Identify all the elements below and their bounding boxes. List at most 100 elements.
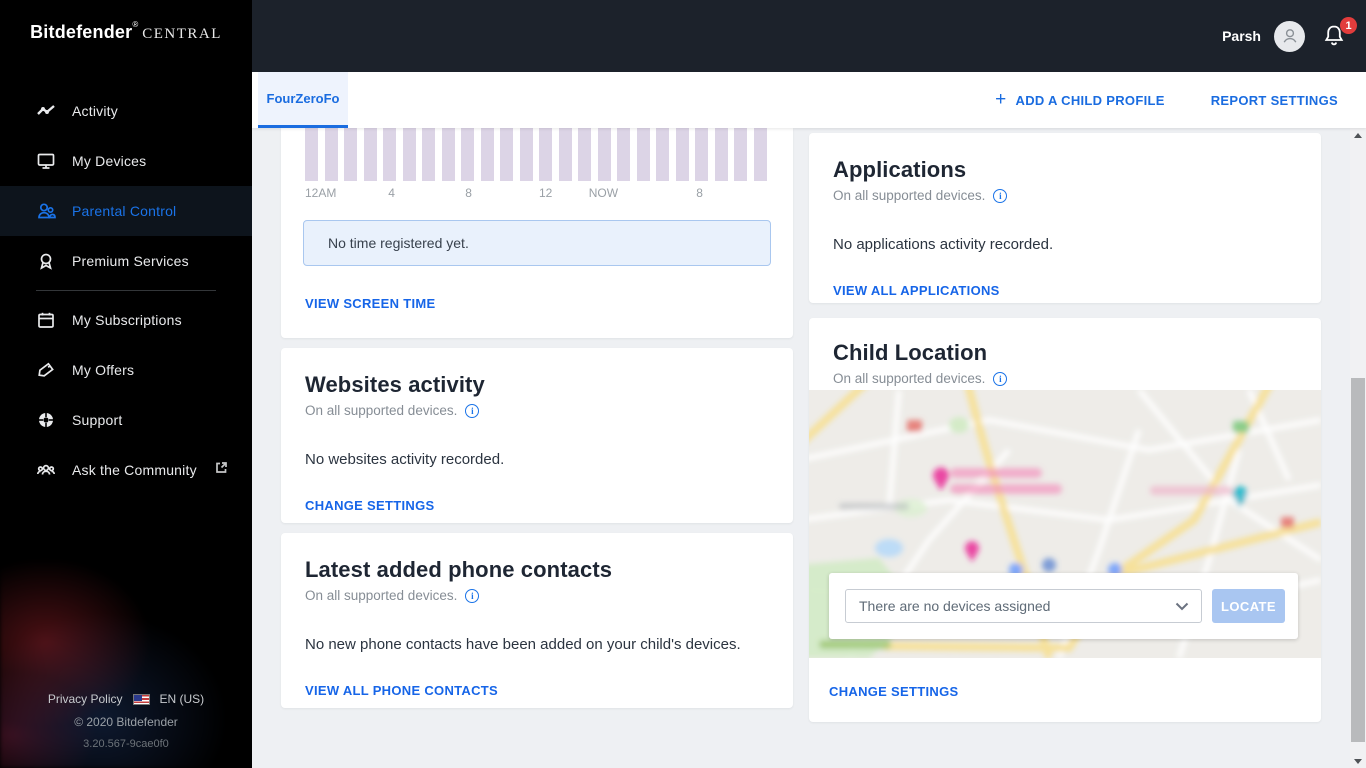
screen-time-bar [441,128,455,181]
child-location-card: Child Location On all supported devices. [809,318,1321,722]
plus-icon: + [995,88,1007,110]
notification-badge: 1 [1340,17,1357,34]
screen-time-bar [539,128,553,181]
device-select[interactable]: There are no devices assigned [845,589,1202,623]
external-link-icon [215,461,228,479]
axis-tick: NOW [588,186,619,200]
report-settings-label: REPORT SETTINGS [1210,92,1338,108]
locate-panel: There are no devices assigned LOCATE [829,573,1298,639]
sidebar-item-my-offers[interactable]: My Offers [0,345,252,395]
card-title: Latest added phone contacts [305,557,613,582]
add-child-profile-label: ADD A CHILD PROFILE [1015,92,1165,108]
card-subtitle: On all supported devices. [833,371,986,386]
websites-activity-card: Websites activity On all supported devic… [281,348,793,523]
activity-icon [36,101,56,121]
screen-time-bar [578,128,592,181]
screen-time-bar [656,128,670,181]
tab-child-profile[interactable]: FourZeroFo [258,72,348,128]
axis-tick: 8 [465,186,472,200]
avatar[interactable] [1274,20,1305,52]
sidebar-item-label: My Devices [72,153,147,169]
sidebar-footer: Privacy Policy EN (US) © 2020 Bitdefende… [0,692,252,750]
sidebar-item-label: Support [72,412,123,428]
user-icon [1283,29,1296,43]
privacy-policy-link[interactable]: Privacy Policy [48,692,123,706]
screen-time-bar [675,128,689,181]
main-content: 12AM 4 8 12 NOW 8 No time registered yet. VIE… [252,128,1366,768]
axis-tick: 4 [388,186,395,200]
username-label: Parsh [1222,28,1261,44]
medal-icon [36,251,56,271]
card-body-text: No applications activity recorded. [833,236,1054,253]
sidebar-item-label: Ask the Community [72,462,197,478]
scrollbar-thumb[interactable] [1351,378,1365,742]
lifebuoy-icon [36,410,56,430]
report-settings-button[interactable]: REPORT SETTINGS [1211,93,1338,108]
info-icon[interactable] [993,371,1008,386]
sidebar-divider [36,290,216,291]
sidebar: Bitdefender®CENTRAL Activity My Devices … [0,0,252,768]
sidebar-item-label: Parental Control [72,203,177,219]
scroll-down-arrow[interactable] [1350,754,1366,768]
device-select-value: There are no devices assigned [859,598,1051,614]
sidebar-item-my-subscriptions[interactable]: My Subscriptions [0,295,252,345]
screen-time-bar [558,128,572,181]
screen-time-bar [597,128,611,181]
sidebar-item-activity[interactable]: Activity [0,86,252,136]
info-icon[interactable] [465,403,480,418]
card-subtitle: On all supported devices. [305,588,458,603]
screen-time-ticks: 12AM 4 8 12 NOW 8 [305,186,767,200]
registered-mark: ® [132,20,139,29]
screen-time-bars [305,128,767,181]
sidebar-item-premium-services[interactable]: Premium Services [0,236,252,286]
sidebar-item-my-devices[interactable]: My Devices [0,136,252,186]
screen-time-empty-text: No time registered yet. [328,235,469,251]
sidebar-item-support[interactable]: Support [0,395,252,445]
profile-tabbar: FourZeroFo + ADD A CHILD PROFILE REPORT … [252,72,1366,128]
copyright-text: © 2020 Bitdefender [74,715,178,729]
tag-icon [36,360,56,380]
calendar-icon [36,310,56,330]
screen-time-bar [734,128,748,181]
sidebar-item-ask-the-community[interactable]: Ask the Community [0,445,252,495]
screen-time-bar [500,128,514,181]
parental-control-icon [36,201,56,221]
phone-contacts-card: Latest added phone contacts On all suppo… [281,533,793,708]
view-all-phone-contacts-link[interactable]: VIEW ALL PHONE CONTACTS [305,683,498,698]
sidebar-item-label: Activity [72,103,118,119]
notifications-button[interactable]: 1 [1322,17,1357,49]
screen-time-bar [324,128,338,181]
screen-time-bar [480,128,494,181]
screen-time-bar [617,128,631,181]
topbar: Parsh 1 [252,0,1366,72]
view-all-applications-link[interactable]: VIEW ALL APPLICATIONS [833,283,1000,298]
vertical-scrollbar[interactable] [1350,128,1366,768]
card-subtitle: On all supported devices. [833,188,986,203]
info-icon[interactable] [465,588,480,603]
sidebar-item-label: My Offers [72,362,135,378]
screen-time-card: 12AM 4 8 12 NOW 8 No time registered yet. VIE… [281,128,793,338]
locate-button[interactable]: LOCATE [1212,589,1285,623]
chevron-down-icon [1175,602,1189,610]
scroll-up-arrow[interactable] [1350,128,1366,142]
add-child-profile-button[interactable]: + ADD A CHILD PROFILE [995,88,1165,110]
community-icon [36,460,56,480]
change-settings-link[interactable]: CHANGE SETTINGS [305,498,434,513]
brand-name: Bitdefender [30,22,133,42]
sidebar-item-parental-control[interactable]: Parental Control [0,186,252,236]
card-title: Applications [833,157,967,182]
brand-suffix: CENTRAL [142,26,222,42]
view-screen-time-link[interactable]: VIEW SCREEN TIME [305,296,435,311]
version-text: 3.20.567-9cae0f0 [83,738,169,750]
card-title: Child Location [833,340,988,365]
us-flag-icon [132,693,150,705]
screen-time-bar [383,128,397,181]
card-title: Websites activity [305,372,485,397]
axis-tick: 12AM [305,186,337,200]
axis-tick: 12 [538,186,553,200]
brand-logo: Bitdefender®CENTRAL [0,20,252,43]
language-selector[interactable]: EN (US) [160,692,205,706]
info-icon[interactable] [993,188,1008,203]
card-body-text: No websites activity recorded. [305,451,505,468]
change-settings-link[interactable]: CHANGE SETTINGS [829,684,958,699]
